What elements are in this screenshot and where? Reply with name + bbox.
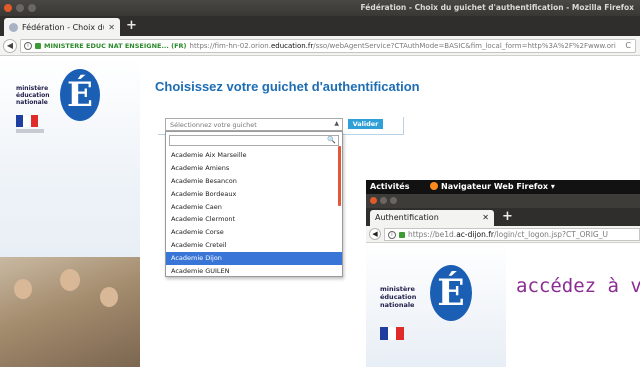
info-icon[interactable]: i: [388, 230, 396, 239]
app-menu[interactable]: Navigateur Web Firefox ▾: [430, 182, 555, 191]
url-text: https://fim-hn-02.orion.education.fr/sso…: [189, 42, 616, 50]
dropdown-option[interactable]: Academie Creteil: [166, 239, 342, 252]
maximize-window-button[interactable]: [390, 197, 397, 204]
activities-button[interactable]: Activités: [370, 182, 409, 191]
back-button[interactable]: ◀: [3, 39, 17, 53]
back-button[interactable]: ◀: [369, 228, 381, 240]
classroom-photo: [0, 257, 140, 367]
window-titlebar: Fédération - Choix du guichet d'authenti…: [0, 0, 640, 16]
address-bar[interactable]: i MINISTERE EDUC NAT ENSEIGNE... (FR) ht…: [20, 39, 636, 53]
tab-authentification[interactable]: Authentification ✕: [370, 210, 494, 226]
site-identity[interactable]: MINISTERE EDUC NAT ENSEIGNE... (FR): [44, 42, 187, 50]
guichet-dropdown: 🔍 Academie Aix Marseille Academie Amiens…: [165, 131, 343, 277]
dropdown-option[interactable]: Academie Caen: [166, 201, 342, 214]
second-window-titlebar: [366, 194, 640, 208]
close-window-button[interactable]: [370, 197, 377, 204]
lock-icon: [399, 231, 405, 238]
tagline: accédez à v: [516, 275, 640, 297]
close-tab-icon[interactable]: ✕: [482, 213, 489, 222]
ministry-logo-icon: É: [60, 69, 100, 121]
dropdown-option[interactable]: Academie Bordeaux: [166, 188, 342, 201]
top-panel: Activités Navigateur Web Firefox ▾: [366, 180, 640, 194]
sidebar: ministère éducation nationale É: [0, 57, 140, 367]
globe-icon: [9, 22, 18, 32]
tab-bar: Fédération - Choix du g ✕ +: [0, 16, 640, 36]
ministry-logo-text: ministère éducation nationale: [16, 85, 50, 106]
dropdown-scrollbar[interactable]: [338, 146, 341, 206]
second-browser-window: Activités Navigateur Web Firefox ▾ Authe…: [366, 180, 640, 367]
new-tab-button[interactable]: +: [502, 208, 513, 226]
search-icon: 🔍: [327, 136, 336, 144]
info-icon[interactable]: i: [24, 42, 32, 50]
caret-up-icon: ▲: [334, 120, 339, 127]
minimize-window-button[interactable]: [16, 4, 24, 12]
firefox-icon: [430, 182, 438, 190]
republic-caption: [16, 129, 44, 133]
ministry-logo-text: ministère éducation nationale: [380, 285, 417, 309]
second-navigation-bar: ◀ i https://be1d.ac-dijon.fr/login/ct_lo…: [366, 226, 640, 243]
dropdown-option[interactable]: Academie Dijon: [166, 252, 342, 266]
republic-flag-icon: [380, 327, 404, 340]
second-sidebar: ministère éducation nationale É: [366, 243, 506, 367]
new-tab-button[interactable]: +: [126, 18, 137, 34]
minimize-window-button[interactable]: [380, 197, 387, 204]
second-tab-bar: Authentification ✕ +: [366, 208, 640, 226]
dropdown-option[interactable]: Academie Corse: [166, 226, 342, 239]
tab-federation[interactable]: Fédération - Choix du g ✕: [4, 18, 120, 36]
url-text: https://be1d.ac-dijon.fr/login/ct_logon.…: [408, 230, 608, 239]
navigation-bar: ◀ i MINISTERE EDUC NAT ENSEIGNE... (FR) …: [0, 36, 640, 56]
close-window-button[interactable]: [4, 4, 12, 12]
dropdown-option[interactable]: Academie Aix Marseille: [166, 149, 342, 162]
maximize-window-button[interactable]: [28, 4, 36, 12]
window-title: Fédération - Choix du guichet d'authenti…: [360, 3, 634, 12]
reload-icon[interactable]: C: [625, 41, 631, 50]
guichet-select[interactable]: Sélectionnez votre guichet ▲: [165, 118, 343, 131]
lock-icon: [35, 43, 41, 49]
valider-button[interactable]: Valider: [348, 119, 383, 129]
dropdown-option[interactable]: Academie GUILEN: [166, 265, 342, 276]
dropdown-list: Academie Aix Marseille Academie Amiens A…: [166, 149, 342, 276]
dropdown-option[interactable]: Academie Besancon: [166, 175, 342, 188]
close-tab-icon[interactable]: ✕: [108, 23, 115, 32]
dropdown-option[interactable]: Academie Clermont: [166, 213, 342, 226]
dropdown-option[interactable]: Academie Amiens: [166, 162, 342, 175]
dropdown-search-input[interactable]: 🔍: [169, 135, 339, 146]
republic-flag-icon: [16, 115, 38, 127]
second-address-bar[interactable]: i https://be1d.ac-dijon.fr/login/ct_logo…: [384, 228, 640, 241]
window-controls: [4, 4, 36, 12]
ministry-logo-icon: É: [430, 265, 472, 321]
page-title: Choisissez votre guichet d'authentificat…: [155, 79, 420, 94]
tab-label: Fédération - Choix du g: [22, 22, 104, 32]
